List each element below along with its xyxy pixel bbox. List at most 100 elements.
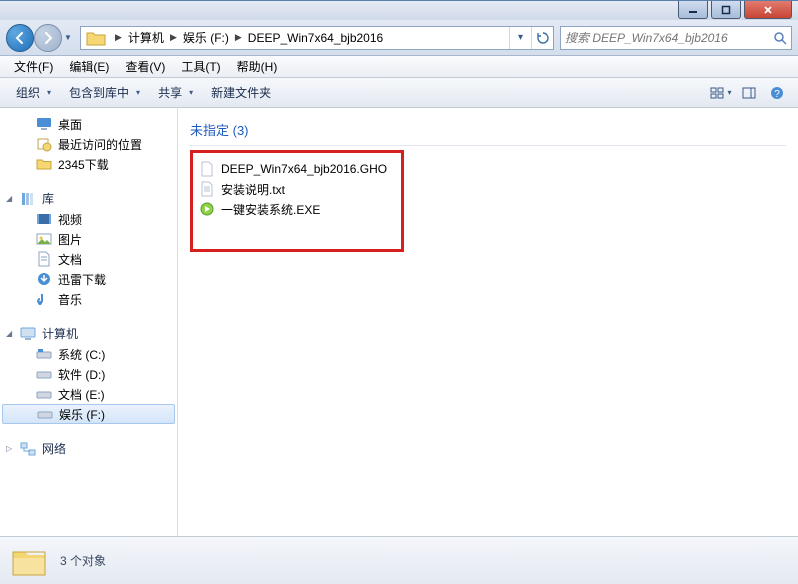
sidebar-item-drive-f[interactable]: 娱乐 (F:): [2, 404, 175, 424]
sidebar-head-libraries[interactable]: ◢ 库: [0, 188, 177, 209]
sidebar-item-videos[interactable]: 视频: [0, 209, 177, 229]
sidebar-item-label: 桌面: [58, 116, 82, 133]
toolbar: 组织 包含到库中 共享 新建文件夹 ?: [0, 78, 798, 108]
text-file-icon: [199, 181, 215, 197]
folder-large-icon: [10, 542, 48, 580]
close-button[interactable]: [744, 1, 792, 19]
drive-icon: [36, 386, 52, 402]
address-bar[interactable]: ▶ 计算机 ▶ 娱乐 (F:) ▶ DEEP_Win7x64_bjb2016 ▾: [80, 26, 554, 50]
recent-icon: [36, 136, 52, 152]
history-dropdown[interactable]: ▼: [62, 24, 74, 52]
file-item[interactable]: DEEP_Win7x64_bjb2016.GHO: [195, 159, 399, 179]
share-button[interactable]: 共享: [150, 81, 201, 104]
sidebar-item-label: 迅雷下载: [58, 271, 106, 288]
library-icon: [20, 191, 36, 207]
sidebar-item-recent[interactable]: 最近访问的位置: [0, 134, 177, 154]
back-button[interactable]: [6, 24, 34, 52]
file-item[interactable]: 安装说明.txt: [195, 179, 399, 199]
drive-icon: [36, 346, 52, 362]
menu-bar: 文件(F) 编辑(E) 查看(V) 工具(T) 帮助(H): [0, 56, 798, 78]
status-text: 3 个对象: [60, 552, 106, 569]
file-name: DEEP_Win7x64_bjb2016.GHO: [221, 162, 387, 176]
sidebar-item-label: 文档 (E:): [58, 386, 105, 403]
menu-help[interactable]: 帮助(H): [229, 56, 286, 77]
nav-group-computer: ◢ 计算机 系统 (C:) 软件 (D:) 文档 (E:) 娱乐 (F:): [0, 323, 177, 424]
sidebar-item-2345[interactable]: 2345下载: [0, 154, 177, 174]
desktop-icon: [36, 116, 52, 132]
folder-icon: [85, 27, 107, 49]
menu-file[interactable]: 文件(F): [6, 56, 61, 77]
file-name: 一键安装系统.EXE: [221, 201, 320, 218]
crumb-root-dropdown[interactable]: ▶: [111, 32, 126, 43]
breadcrumb-drive[interactable]: 娱乐 (F:): [181, 27, 231, 49]
address-right-buttons: ▾: [509, 27, 553, 49]
group-header[interactable]: 未指定 (3): [190, 116, 786, 146]
navigation-pane[interactable]: 桌面 最近访问的位置 2345下载 ◢ 库 视频 图: [0, 108, 178, 536]
window-controls: [678, 1, 792, 19]
sidebar-item-label: 2345下载: [58, 156, 109, 173]
document-icon: [36, 251, 52, 267]
sidebar-item-drive-c[interactable]: 系统 (C:): [0, 344, 177, 364]
crumb-sep-icon[interactable]: ▶: [231, 32, 246, 43]
svg-text:?: ?: [774, 89, 780, 100]
collapse-icon: ◢: [6, 329, 12, 338]
menu-view[interactable]: 查看(V): [117, 56, 173, 77]
computer-icon: [20, 326, 36, 342]
forward-button[interactable]: [34, 24, 62, 52]
picture-icon: [36, 231, 52, 247]
music-icon: [36, 291, 52, 307]
file-list-pane[interactable]: 未指定 (3) DEEP_Win7x64_bjb2016.GHO 安装说明.tx…: [178, 108, 798, 536]
nav-bar: ▼ ▶ 计算机 ▶ 娱乐 (F:) ▶ DEEP_Win7x64_bjb2016…: [0, 20, 798, 56]
sidebar-head-label: 计算机: [42, 325, 78, 342]
sidebar-item-label: 最近访问的位置: [58, 136, 142, 153]
new-folder-button[interactable]: 新建文件夹: [203, 81, 279, 104]
sidebar-item-label: 视频: [58, 211, 82, 228]
status-bar: 3 个对象: [0, 536, 798, 584]
menu-edit[interactable]: 编辑(E): [61, 56, 117, 77]
sidebar-head-computer[interactable]: ◢ 计算机: [0, 323, 177, 344]
sidebar-head-label: 库: [42, 190, 54, 207]
preview-pane-button[interactable]: [736, 82, 762, 104]
view-options-button[interactable]: [708, 82, 734, 104]
nav-arrows: ▼: [6, 24, 74, 52]
drive-icon: [37, 406, 53, 422]
sidebar-item-label: 图片: [58, 231, 82, 248]
sidebar-item-pictures[interactable]: 图片: [0, 229, 177, 249]
sidebar-head-network[interactable]: ▷ 网络: [0, 438, 177, 459]
window-titlebar: [0, 0, 798, 20]
sidebar-item-label: 系统 (C:): [58, 346, 105, 363]
refresh-button[interactable]: [531, 27, 553, 49]
menu-tools[interactable]: 工具(T): [173, 56, 228, 77]
video-icon: [36, 211, 52, 227]
maximize-button[interactable]: [711, 1, 741, 19]
sidebar-item-xunlei[interactable]: 迅雷下载: [0, 269, 177, 289]
breadcrumb-folder[interactable]: DEEP_Win7x64_bjb2016: [246, 27, 385, 49]
sidebar-item-drive-e[interactable]: 文档 (E:): [0, 384, 177, 404]
file-item[interactable]: 一键安装系统.EXE: [195, 199, 399, 219]
sidebar-item-label: 音乐: [58, 291, 82, 308]
sidebar-item-music[interactable]: 音乐: [0, 289, 177, 309]
sidebar-item-label: 文档: [58, 251, 82, 268]
network-icon: [20, 441, 36, 457]
file-name: 安装说明.txt: [221, 181, 285, 198]
sidebar-item-documents[interactable]: 文档: [0, 249, 177, 269]
breadcrumb-computer[interactable]: 计算机: [126, 27, 166, 49]
organize-button[interactable]: 组织: [8, 81, 59, 104]
search-input[interactable]: [565, 31, 791, 45]
address-dropdown[interactable]: ▾: [509, 27, 531, 49]
help-button[interactable]: ?: [764, 82, 790, 104]
include-in-library-button[interactable]: 包含到库中: [61, 81, 148, 104]
sidebar-item-label: 娱乐 (F:): [59, 406, 105, 423]
search-box[interactable]: [560, 26, 792, 50]
search-icon: [773, 31, 787, 45]
nav-group-favorites: 桌面 最近访问的位置 2345下载: [0, 114, 177, 174]
minimize-button[interactable]: [678, 1, 708, 19]
sidebar-item-drive-d[interactable]: 软件 (D:): [0, 364, 177, 384]
nav-group-libraries: ◢ 库 视频 图片 文档 迅雷下载 音乐: [0, 188, 177, 309]
crumb-sep-icon[interactable]: ▶: [166, 32, 181, 43]
folder-icon: [36, 156, 52, 172]
sidebar-head-label: 网络: [42, 440, 66, 457]
sidebar-item-desktop[interactable]: 桌面: [0, 114, 177, 134]
expand-icon: ▷: [6, 444, 12, 453]
nav-group-network: ▷ 网络: [0, 438, 177, 459]
